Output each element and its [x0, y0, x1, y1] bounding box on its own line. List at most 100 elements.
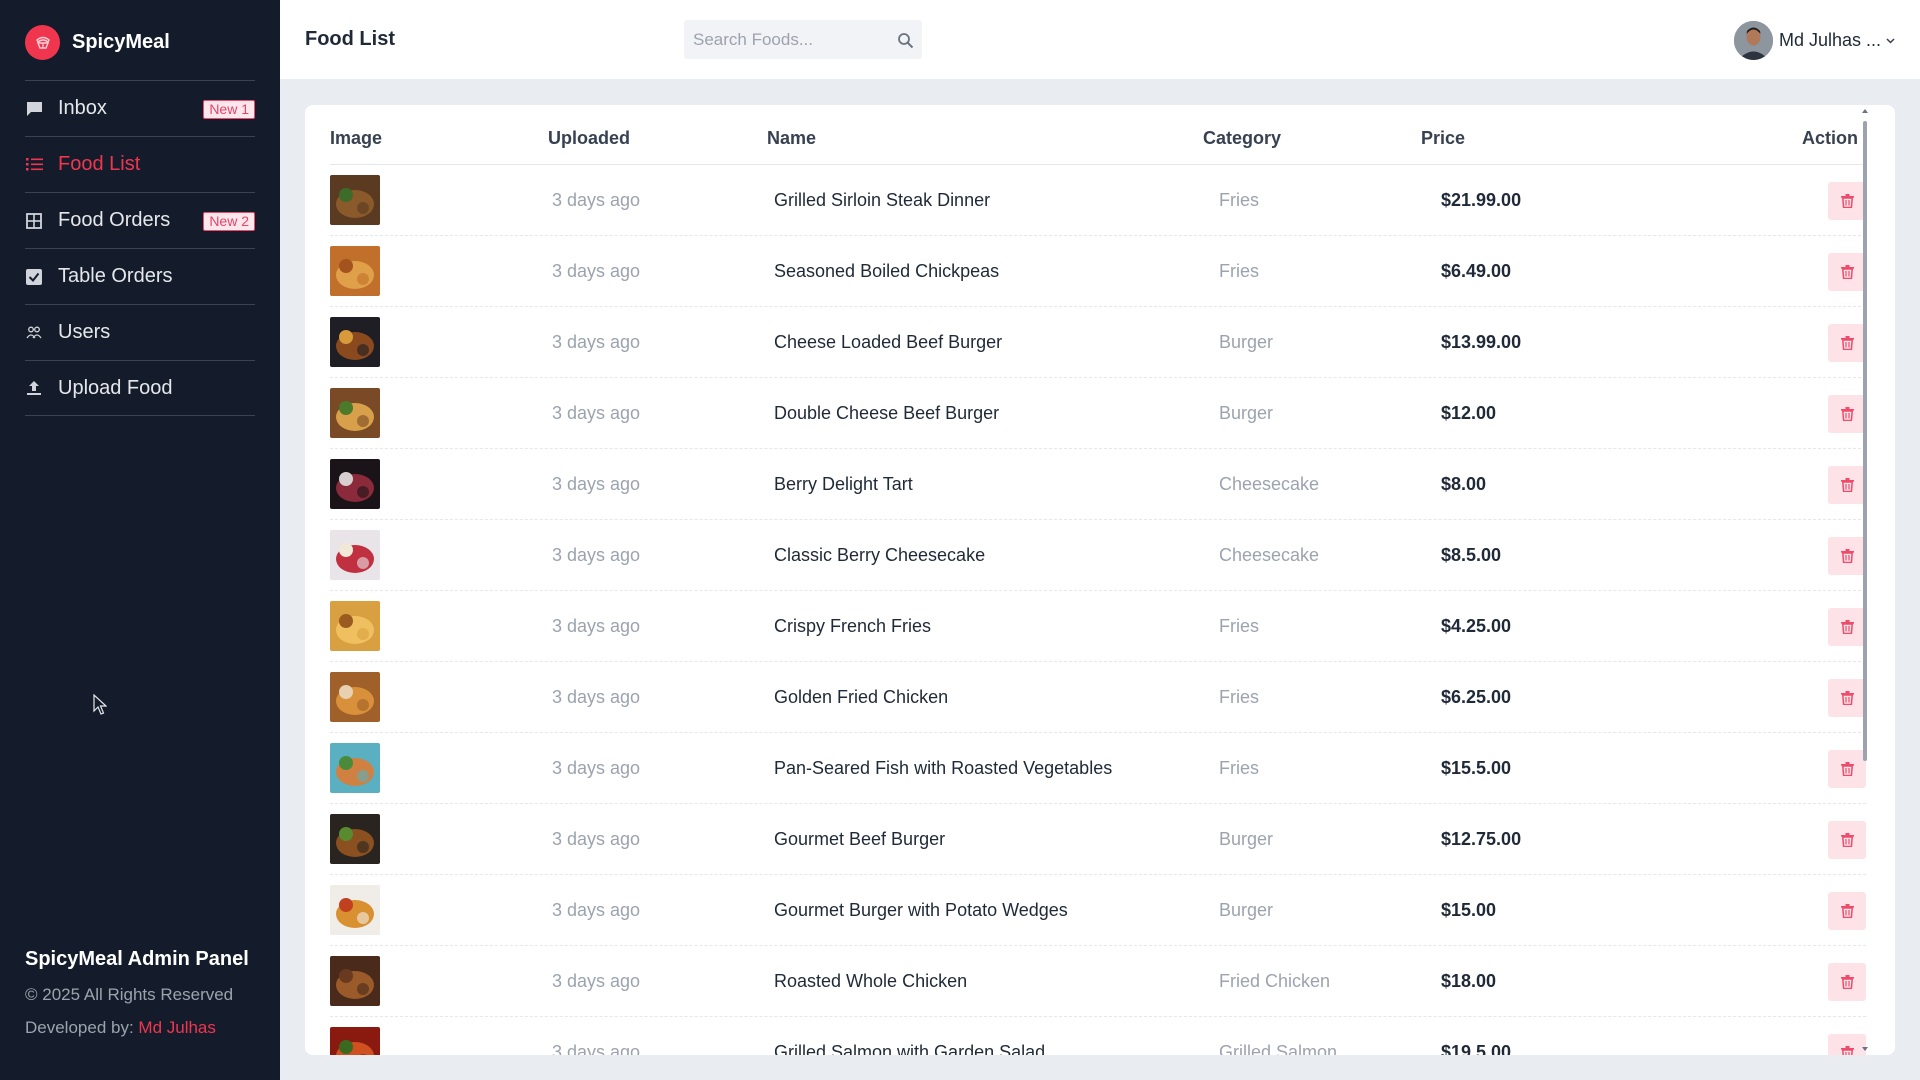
table-row: 3 days ago Double Cheese Beef Burger Burge…	[330, 378, 1866, 449]
delete-button[interactable]	[1828, 1034, 1866, 1055]
users-icon	[25, 324, 43, 342]
uploaded-cell: 3 days ago	[552, 971, 641, 991]
category-cell: Cheesecake	[1219, 545, 1320, 565]
trash-icon	[1840, 549, 1854, 563]
uploaded-cell: 3 days ago	[552, 1042, 641, 1055]
user-name: Md Julhas ...	[1779, 29, 1882, 50]
food-name-cell: Crispy French Fries	[774, 616, 932, 636]
food-name-cell: Cheese Loaded Beef Burger	[774, 332, 1003, 352]
category-cell: Fries	[1219, 261, 1259, 281]
mouse-cursor-icon	[93, 694, 107, 715]
sidebar-item-users[interactable]: Users	[25, 304, 255, 360]
food-name-cell: Gourmet Beef Burger	[774, 829, 946, 849]
table-row: 3 days ago Gourmet Beef Burger Burger $12.7…	[330, 804, 1866, 875]
grid-icon	[25, 212, 43, 230]
delete-button[interactable]	[1828, 324, 1866, 362]
sidebar-item-table-orders[interactable]: Table Orders	[25, 248, 255, 304]
uploaded-cell: 3 days ago	[552, 758, 641, 778]
food-thumbnail	[330, 601, 380, 651]
category-cell: Fries	[1219, 687, 1259, 707]
table-row: 3 days ago Roasted Whole Chicken Fried Chi…	[330, 946, 1866, 1017]
brand-name: SpicyMeal	[72, 30, 170, 53]
trash-icon	[1840, 762, 1854, 776]
sidebar: SpicyMeal Inbox New 1 Food List Food Ord…	[0, 0, 280, 1080]
chevron-down-icon	[1886, 31, 1895, 49]
trash-icon	[1840, 478, 1854, 492]
new-badge: New 2	[203, 212, 255, 231]
food-thumbnail	[330, 814, 380, 864]
table-header: Image Uploaded Name Category Price Actio…	[330, 105, 1866, 165]
category-cell: Burger	[1219, 332, 1274, 352]
food-name-cell: Golden Fried Chicken	[774, 687, 949, 707]
scroll-down-icon[interactable]	[1862, 1047, 1868, 1051]
sidebar-item-inbox[interactable]: Inbox New 1	[25, 80, 255, 136]
sidebar-item-label: Users	[58, 321, 111, 343]
delete-button[interactable]	[1828, 892, 1866, 930]
food-thumbnail	[330, 672, 380, 722]
delete-button[interactable]	[1828, 537, 1866, 575]
footer-developer: Developed by: Md Julhas	[25, 1018, 265, 1038]
food-thumbnail	[330, 175, 380, 225]
category-cell: Burger	[1219, 829, 1274, 849]
delete-button[interactable]	[1828, 750, 1866, 788]
food-name-cell: Roasted Whole Chicken	[774, 971, 968, 991]
category-cell: Grilled Salmon	[1219, 1042, 1338, 1055]
page-title: Food List	[305, 28, 395, 50]
price-cell: $19.5.00	[1441, 1042, 1512, 1055]
table-row: 3 days ago Crispy French Fries Fries $4.25.…	[330, 591, 1866, 662]
upload-icon	[25, 379, 43, 397]
search-icon[interactable]	[894, 29, 916, 51]
trash-icon	[1840, 265, 1854, 279]
table-row: 3 days ago Grilled Salmon with Garden Sal…	[330, 1017, 1866, 1055]
delete-button[interactable]	[1828, 963, 1866, 1001]
table-row: 3 days ago Grilled Sirloin Steak Dinner Fr…	[330, 165, 1866, 236]
chat-bubble-icon	[25, 100, 43, 118]
food-thumbnail	[330, 956, 380, 1006]
food-thumbnail	[330, 317, 380, 367]
table-row: 3 days ago Berry Delight Tart Cheesecake $8…	[330, 449, 1866, 520]
food-name-cell: Gourmet Burger with Potato Wedges	[774, 900, 1068, 920]
delete-button[interactable]	[1828, 253, 1866, 291]
search-box	[684, 20, 922, 59]
uploaded-cell: 3 days ago	[552, 616, 641, 636]
delete-button[interactable]	[1828, 679, 1866, 717]
food-thumbnail	[330, 388, 380, 438]
sidebar-item-label: Food List	[58, 153, 141, 175]
column-header-image: Image	[330, 128, 383, 148]
price-cell: $21.99.00	[1441, 190, 1522, 210]
uploaded-cell: 3 days ago	[552, 829, 641, 849]
trash-icon	[1840, 1046, 1854, 1055]
delete-button[interactable]	[1828, 821, 1866, 859]
sidebar-item-upload-food[interactable]: Upload Food	[25, 360, 255, 416]
table-scrollbar[interactable]	[1862, 109, 1868, 1051]
trash-icon	[1840, 691, 1854, 705]
food-name-cell: Classic Berry Cheesecake	[774, 545, 986, 565]
brand[interactable]: SpicyMeal	[25, 24, 170, 60]
price-cell: $12.00	[1441, 403, 1497, 423]
food-table-card: Image Uploaded Name Category Price Actio…	[305, 105, 1895, 1055]
developer-link[interactable]: Md Julhas	[138, 1018, 215, 1037]
scroll-up-icon[interactable]	[1862, 109, 1868, 113]
sidebar-item-label: Food Orders	[58, 209, 171, 231]
category-cell: Fries	[1219, 616, 1259, 636]
column-header-name: Name	[767, 128, 817, 148]
table-row: 3 days ago Pan-Seared Fish with Roasted V…	[330, 733, 1866, 804]
food-name-cell: Grilled Sirloin Steak Dinner	[774, 190, 991, 210]
new-badge: New 1	[203, 100, 255, 119]
sidebar-item-food-list[interactable]: Food List	[25, 136, 255, 192]
scrollbar-thumb[interactable]	[1863, 121, 1867, 761]
delete-button[interactable]	[1828, 608, 1866, 646]
column-header-action: Action	[1802, 128, 1858, 148]
delete-button[interactable]	[1828, 466, 1866, 504]
uploaded-cell: 3 days ago	[552, 332, 641, 352]
table-body: 3 days ago Grilled Sirloin Steak Dinner Fr…	[330, 165, 1866, 1055]
trash-icon	[1840, 975, 1854, 989]
sidebar-item-label: Inbox	[58, 97, 107, 119]
top-header: Food List Md Julhas ...	[280, 0, 1920, 79]
search-input[interactable]	[693, 29, 893, 50]
user-menu[interactable]: Md Julhas ...	[1734, 20, 1895, 60]
delete-button[interactable]	[1828, 182, 1866, 220]
sidebar-item-food-orders[interactable]: Food Orders New 2	[25, 192, 255, 248]
delete-button[interactable]	[1828, 395, 1866, 433]
price-cell: $15.5.00	[1441, 758, 1512, 778]
